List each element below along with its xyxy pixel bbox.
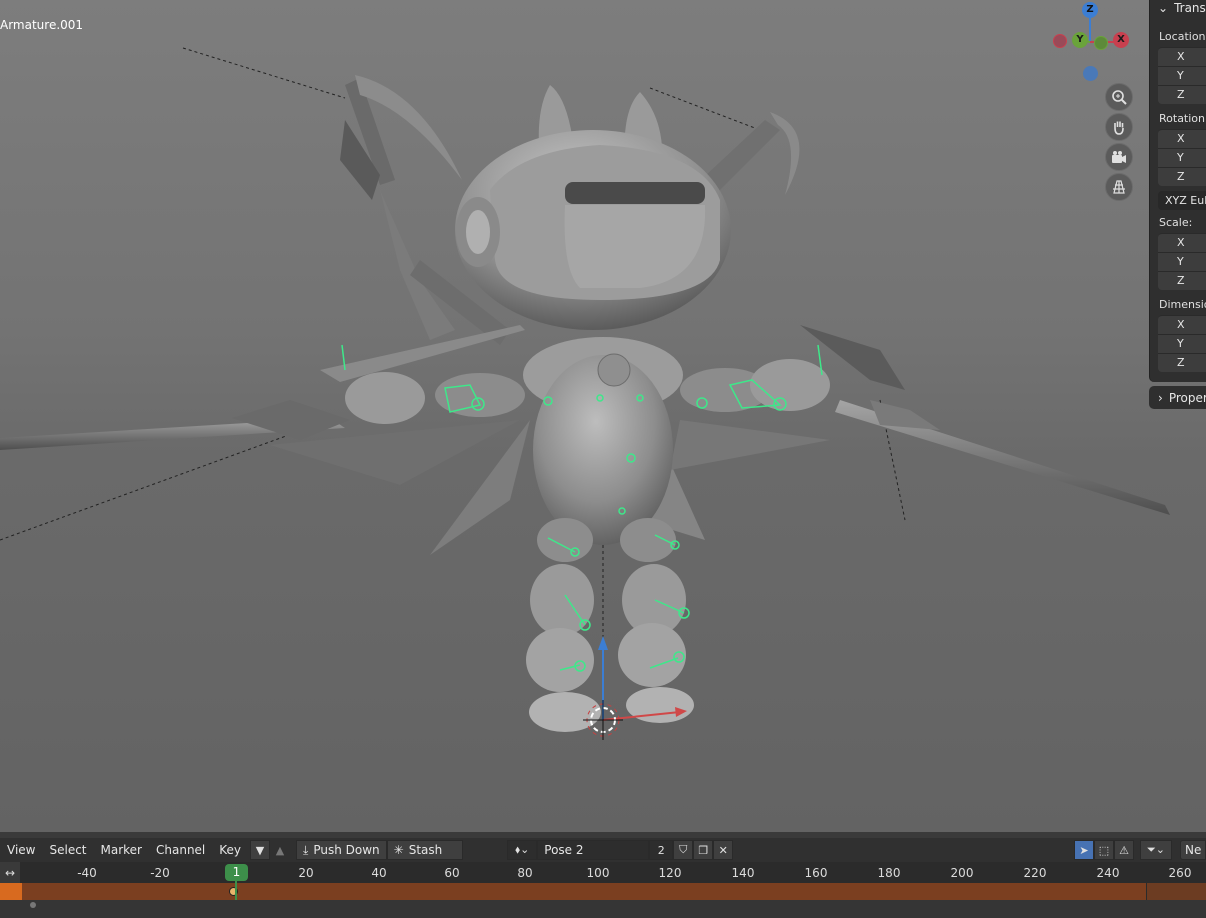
- tick-label: 240: [1096, 866, 1120, 880]
- tick-label: 140: [731, 866, 755, 880]
- neg-z-axis-ball[interactable]: [1083, 66, 1098, 81]
- transform-panel-header[interactable]: ⌄ Transf: [1150, 0, 1206, 16]
- menu-select[interactable]: Select: [42, 843, 93, 857]
- menu-channel[interactable]: Channel: [149, 843, 212, 857]
- neg-x-axis-ball[interactable]: [1053, 34, 1067, 48]
- properties-panel-tab[interactable]: › Proper: [1149, 386, 1206, 409]
- snowflake-icon: ✳: [393, 843, 404, 857]
- only-errors-warning-icon[interactable]: ⚠: [1114, 840, 1134, 860]
- active-object-name: Armature.001: [0, 18, 84, 32]
- tick-label: 40: [371, 866, 387, 880]
- tick-label: -20: [150, 866, 170, 880]
- dimensions-label: Dimensio: [1159, 298, 1206, 311]
- browse-action-icon[interactable]: ⬧⌄: [507, 840, 538, 860]
- zoom-icon[interactable]: [1105, 83, 1133, 111]
- scale-label: Scale:: [1159, 216, 1193, 229]
- location-x-field[interactable]: X: [1158, 47, 1206, 66]
- push-down-label: Push Down: [313, 843, 380, 857]
- action-users-count[interactable]: 2: [649, 840, 674, 860]
- action-up-icon[interactable]: ▲: [270, 840, 290, 860]
- unlink-action-icon[interactable]: ✕: [713, 840, 734, 860]
- perspective-grid-icon[interactable]: [1105, 173, 1133, 201]
- timeline-ruler[interactable]: ↔ -40 -20 20 40 60 80 100 120 140 160 18…: [0, 862, 1206, 883]
- tick-label: 180: [877, 866, 901, 880]
- tick-label: 160: [804, 866, 828, 880]
- rotation-y-field[interactable]: Y: [1158, 148, 1206, 167]
- current-frame-indicator[interactable]: 1: [225, 864, 248, 881]
- 3d-viewport[interactable]: Armature.001 Z Y X: [0, 0, 1206, 832]
- filter-funnel-icon[interactable]: ⏷⌄: [1140, 840, 1172, 860]
- status-bar: [0, 900, 1206, 918]
- scale-y-field[interactable]: Y: [1158, 252, 1206, 271]
- scale-z-field[interactable]: Z: [1158, 271, 1206, 290]
- rotation-mode-dropdown[interactable]: XYZ Eule: [1158, 191, 1206, 210]
- location-label: Location:: [1159, 30, 1206, 43]
- tick-label: -40: [77, 866, 97, 880]
- menu-view[interactable]: View: [0, 843, 42, 857]
- new-action-label: Ne: [1185, 843, 1202, 857]
- dimensions-z-field[interactable]: Z: [1158, 353, 1206, 372]
- transform-panel-title: Transf: [1174, 1, 1206, 15]
- duplicate-action-icon[interactable]: ❐: [693, 840, 714, 860]
- stash-button[interactable]: ✳ Stash: [386, 840, 464, 860]
- tick-label: 260: [1168, 866, 1192, 880]
- tick-label: 20: [298, 866, 314, 880]
- scale-x-field[interactable]: X: [1158, 233, 1206, 252]
- horizontal-scroll-arrows-icon[interactable]: ↔: [0, 862, 20, 883]
- push-down-icon: ⤓: [303, 842, 309, 857]
- new-action-button[interactable]: Ne: [1180, 840, 1206, 860]
- transform-panel: ⌄ Transf Location: X Y Z Rotation: X Y Z…: [1149, 0, 1206, 382]
- tick-label: 100: [586, 866, 610, 880]
- only-selected-cursor-icon[interactable]: ➤: [1074, 840, 1094, 860]
- dopesheet-header: View Select Marker Channel Key ▼ ▲ ⤓ Pus…: [0, 838, 1206, 862]
- menu-marker[interactable]: Marker: [94, 843, 149, 857]
- tick-label: 80: [517, 866, 533, 880]
- push-down-button[interactable]: ⤓ Push Down: [296, 840, 387, 860]
- preview-range-end: [1146, 883, 1206, 900]
- camera-view-icon[interactable]: [1105, 143, 1133, 171]
- y-axis-ball[interactable]: Y: [1072, 32, 1088, 48]
- stash-label: Stash: [408, 843, 443, 857]
- dimensions-y-field[interactable]: Y: [1158, 334, 1206, 353]
- chevron-right-icon: ›: [1158, 390, 1163, 405]
- neg-y-axis-ball[interactable]: [1094, 36, 1108, 50]
- location-y-field[interactable]: Y: [1158, 66, 1206, 85]
- rotation-x-field[interactable]: X: [1158, 129, 1206, 148]
- rotation-label: Rotation:: [1159, 112, 1206, 125]
- action-name: Pose 2: [544, 843, 584, 857]
- tick-label: 220: [1023, 866, 1047, 880]
- x-axis-ball[interactable]: X: [1113, 32, 1129, 48]
- properties-tab-label: Proper: [1168, 390, 1206, 405]
- menu-key[interactable]: Key: [212, 843, 248, 857]
- action-summary-track[interactable]: [0, 883, 1206, 900]
- action-dropdown-down-icon[interactable]: ▼: [250, 840, 271, 860]
- scroll-handle[interactable]: [30, 902, 36, 908]
- tick-label: 200: [950, 866, 974, 880]
- action-name-field[interactable]: Pose 2: [537, 840, 650, 860]
- location-z-field[interactable]: Z: [1158, 85, 1206, 104]
- pan-hand-icon[interactable]: [1105, 113, 1133, 141]
- fake-user-shield-icon[interactable]: ⛉: [673, 840, 694, 860]
- preview-range-start: [0, 883, 22, 900]
- tick-label: 60: [444, 866, 460, 880]
- tick-label: 120: [658, 866, 682, 880]
- rotation-z-field[interactable]: Z: [1158, 167, 1206, 186]
- z-axis-ball[interactable]: Z: [1082, 2, 1098, 18]
- show-hidden-icon[interactable]: ⬚: [1094, 840, 1114, 860]
- dimensions-x-field[interactable]: X: [1158, 315, 1206, 334]
- robot-model: [0, 47, 1170, 740]
- chevron-down-icon: ⌄: [1158, 1, 1169, 15]
